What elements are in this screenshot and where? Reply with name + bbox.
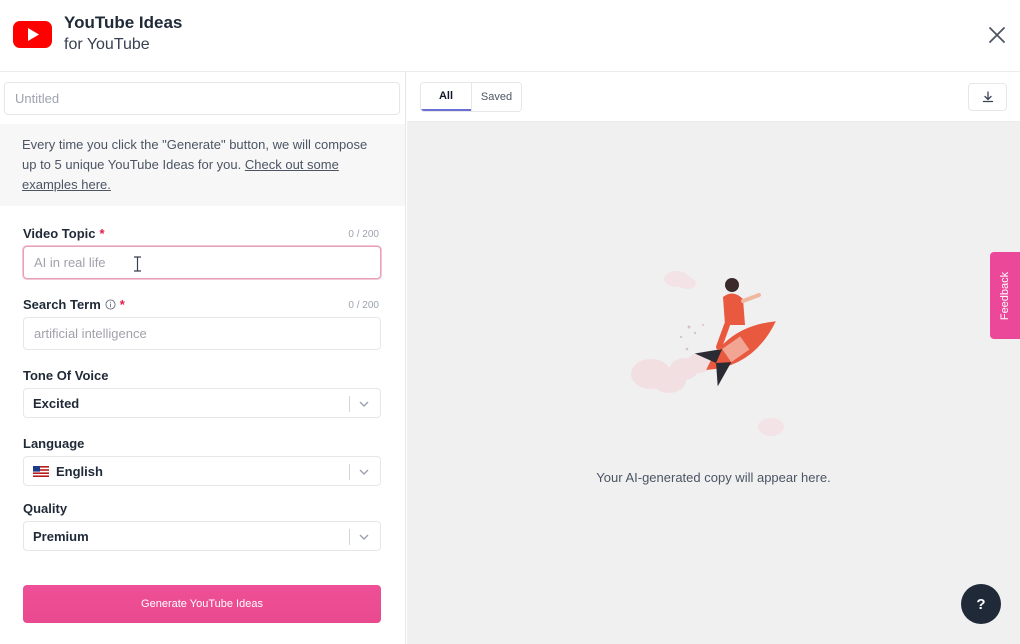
chevron-down-icon — [359, 401, 369, 407]
results-area: Your AI-generated copy will appear here. — [407, 122, 1020, 644]
video-topic-input[interactable] — [23, 246, 381, 279]
app-title: YouTube Ideas — [64, 13, 183, 32]
tab-all[interactable]: All — [421, 83, 471, 111]
chevron-down-icon — [359, 534, 369, 540]
tone-label: Tone Of Voice — [23, 368, 109, 383]
language-value: English — [56, 463, 103, 479]
search-term-counter: 0 / 200 — [348, 300, 379, 311]
rocket-illustration-icon — [631, 271, 784, 436]
info-icon[interactable] — [105, 299, 116, 310]
video-topic-counter: 0 / 200 — [348, 229, 379, 240]
required-mark: * — [119, 297, 125, 312]
quality-value: Premium — [33, 528, 89, 544]
required-mark: * — [99, 226, 105, 241]
intro-box: Every time you click the "Generate" butt… — [0, 124, 405, 206]
app-subtitle: for YouTube — [64, 36, 150, 53]
quality-select[interactable]: Premium — [23, 521, 381, 551]
text-cursor-icon — [134, 256, 141, 272]
select-divider — [349, 529, 350, 545]
tone-select[interactable]: Excited — [23, 388, 381, 418]
results-toolbar: All Saved — [407, 72, 1020, 122]
empty-state-message: Your AI-generated copy will appear here. — [596, 470, 831, 485]
search-term-input[interactable] — [23, 317, 381, 350]
app-header: YouTube Ideas for YouTube — [0, 0, 1020, 72]
video-topic-label: Video Topic * — [23, 226, 105, 241]
document-title-input[interactable] — [4, 82, 400, 115]
feedback-label: Feedback — [999, 271, 1011, 320]
generate-button[interactable]: Generate YouTube Ideas — [23, 585, 381, 623]
select-divider — [349, 396, 350, 412]
chevron-down-icon — [359, 469, 369, 475]
language-label: Language — [23, 436, 85, 451]
download-icon — [982, 91, 993, 103]
search-term-label: Search Term * — [23, 297, 125, 312]
tone-value: Excited — [33, 395, 80, 411]
tab-saved[interactable]: Saved — [471, 83, 521, 111]
results-tabs: All Saved — [420, 82, 522, 112]
close-icon[interactable] — [985, 23, 1009, 47]
input-panel: Every time you click the "Generate" butt… — [0, 72, 406, 644]
us-flag-icon — [33, 465, 49, 477]
help-button[interactable]: ? — [961, 584, 1001, 624]
select-divider — [349, 464, 350, 480]
language-select[interactable]: English — [23, 456, 381, 486]
quality-label: Quality — [23, 501, 68, 516]
download-button[interactable] — [968, 83, 1007, 111]
feedback-tab[interactable]: Feedback — [990, 252, 1020, 339]
youtube-logo-icon — [13, 21, 52, 48]
